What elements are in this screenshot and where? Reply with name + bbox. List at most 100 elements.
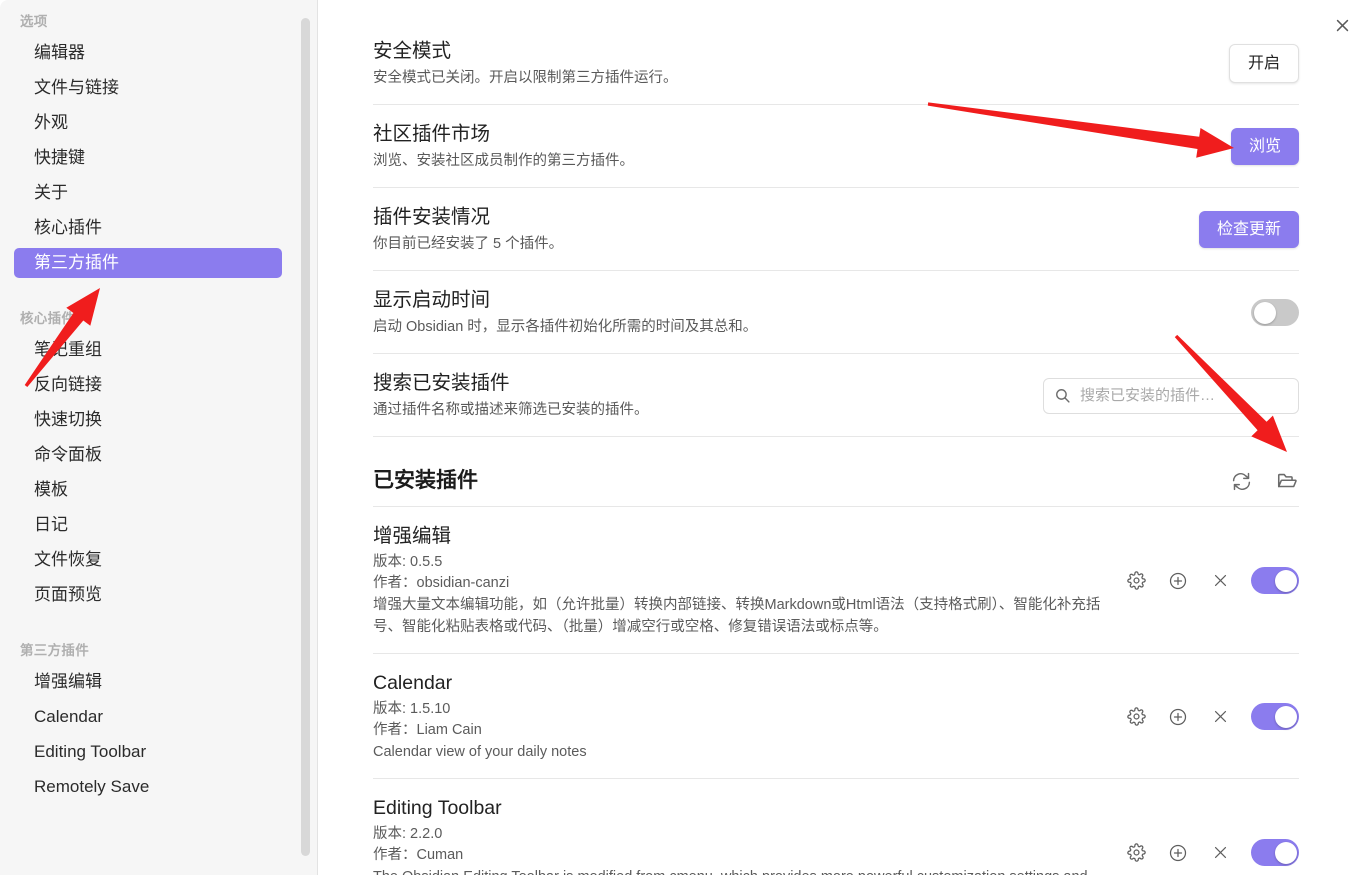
plugin-author: 作者：Cuman xyxy=(373,847,464,863)
setting-name: 插件安装情况 xyxy=(373,206,491,228)
toggle-knob xyxy=(1274,705,1297,728)
setting-row: 安全模式安全模式已关闭。开启以限制第三方插件运行。 开启 xyxy=(373,22,1299,105)
sidebar-nav: 选项 编辑器 文件与链接 外观 快捷键 关于 核心插件 第三方插件 核心插件 笔记重组 反向链接 快速… xyxy=(0,8,300,875)
plugin-version: 版本: 2.2.0 xyxy=(373,826,443,842)
setting-control: 开启 xyxy=(1228,44,1299,83)
plugin-enable-toggle[interactable] xyxy=(1251,839,1299,866)
setting-name: 搜索已安装插件 xyxy=(373,372,510,394)
setting-description: 浏览、安装社区成员制作的第三方插件。 xyxy=(373,153,634,169)
sidebar-item-快速切换[interactable]: 快速切换 xyxy=(14,405,282,435)
sidebar-item-文件与链接[interactable]: 文件与链接 xyxy=(14,73,282,103)
settings-content: 安全模式安全模式已关闭。开启以限制第三方插件运行。 开启社区插件市场 浏览、安装社区… xyxy=(318,0,1367,875)
setting-toggle[interactable] xyxy=(1251,299,1299,326)
plugin-row: 增强编辑 版本: 0.5.5 作者：obsidian-canzi 增强大量文本编辑功能… xyxy=(373,507,1299,654)
setting-name: 显示启动时间 xyxy=(373,289,491,311)
toggle-knob xyxy=(1274,569,1297,592)
setting-info: 显示启动时间启动 Obsidian 时，显示各插件初始化所需的时间及其总和。 xyxy=(373,287,757,338)
plugin-row: Calendar 版本: 1.5.10 作者：Liam Cain Calendar v… xyxy=(373,654,1299,779)
plugin-author: 作者：obsidian-canzi xyxy=(373,575,510,591)
setting-control xyxy=(1043,377,1299,414)
sidebar-scrollbar[interactable] xyxy=(301,18,310,856)
plugin-info: Editing Toolbar 版本: 2.2.0 作者：Cuman The Obsi… xyxy=(373,795,1101,875)
plugin-description: Calendar view of your daily notes xyxy=(373,744,587,760)
installed-plugins-header: 已安装插件 xyxy=(373,437,1299,507)
gear-icon[interactable] xyxy=(1125,570,1147,592)
sidebar-item-外观[interactable]: 外观 xyxy=(14,108,282,138)
setting-info: 搜索已安装插件通过插件名称或描述来筛选已安装的插件。 xyxy=(373,370,649,421)
sidebar-item-笔记重组[interactable]: 笔记重组 xyxy=(14,335,282,365)
setting-button-开启[interactable]: 开启 xyxy=(1228,44,1299,83)
plus-circle-icon[interactable] xyxy=(1167,842,1189,864)
installed-plugins-title: 已安装插件 xyxy=(373,469,478,492)
plugin-version: 版本: 0.5.5 xyxy=(373,554,443,570)
plugin-info: 增强编辑 版本: 0.5.5 作者：obsidian-canzi 增强大量文本编辑功能… xyxy=(373,523,1101,638)
plus-circle-icon[interactable] xyxy=(1167,570,1189,592)
sidebar-item-第三方插件[interactable]: 第三方插件 xyxy=(14,248,282,278)
search-installed-plugins-input[interactable] xyxy=(1080,387,1288,404)
sidebar-item-模板[interactable]: 模板 xyxy=(14,475,282,505)
refresh-icon[interactable] xyxy=(1229,469,1253,493)
setting-button-浏览[interactable]: 浏览 xyxy=(1230,128,1299,165)
setting-name: 安全模式 xyxy=(373,40,452,62)
setting-control xyxy=(1251,299,1299,326)
close-x-icon[interactable] xyxy=(1209,842,1231,864)
plugin-enable-toggle[interactable] xyxy=(1251,567,1299,594)
toggle-knob xyxy=(1253,301,1276,324)
sidebar-item-增强编辑[interactable]: 增强编辑 xyxy=(14,667,282,697)
search-icon xyxy=(1054,387,1071,404)
settings-modal: 选项 编辑器 文件与链接 外观 快捷键 关于 核心插件 第三方插件 核心插件 笔记重组 反向链接 快速… xyxy=(0,0,1367,875)
sidebar-item-快捷键[interactable]: 快捷键 xyxy=(14,143,282,173)
sidebar-item-命令面板[interactable]: 命令面板 xyxy=(14,440,282,470)
setting-row: 显示启动时间启动 Obsidian 时，显示各插件初始化所需的时间及其总和。 xyxy=(373,271,1299,354)
settings-main-panel: 安全模式安全模式已关闭。开启以限制第三方插件运行。 开启社区插件市场 浏览、安装社区… xyxy=(318,0,1367,875)
setting-control: 检查更新 xyxy=(1198,211,1299,248)
sidebar-item-日记[interactable]: 日记 xyxy=(14,510,282,540)
plugin-info: Calendar 版本: 1.5.10 作者：Liam Cain Calendar v… xyxy=(373,670,587,763)
setting-description: 你目前已经安装了 5 个插件。 xyxy=(373,236,564,252)
plugin-controls xyxy=(1125,839,1299,866)
search-box[interactable] xyxy=(1043,377,1299,414)
setting-info: 安全模式安全模式已关闭。开启以限制第三方插件运行。 xyxy=(373,38,678,89)
toggle-knob xyxy=(1274,841,1297,864)
plugin-name: Editing Toolbar xyxy=(373,797,502,819)
setting-row: 搜索已安装插件通过插件名称或描述来筛选已安装的插件。 xyxy=(373,354,1299,437)
gear-icon[interactable] xyxy=(1125,842,1147,864)
setting-button-检查更新[interactable]: 检查更新 xyxy=(1198,211,1299,248)
plugin-name: Calendar xyxy=(373,672,453,694)
plugin-author: 作者：Liam Cain xyxy=(373,722,482,738)
setting-control: 浏览 xyxy=(1230,128,1299,165)
plugin-description: The Obsidian Editing Toolbar is modified… xyxy=(373,866,1101,875)
sidebar-item-编辑器[interactable]: 编辑器 xyxy=(14,38,282,68)
setting-description: 安全模式已关闭。开启以限制第三方插件运行。 xyxy=(373,70,678,86)
settings-sidebar: 选项 编辑器 文件与链接 外观 快捷键 关于 核心插件 第三方插件 核心插件 笔记重组 反向链接 快速… xyxy=(0,0,318,875)
sidebar-item-反向链接[interactable]: 反向链接 xyxy=(14,370,282,400)
setting-info: 社区插件市场 浏览、安装社区成员制作的第三方插件。 xyxy=(373,121,634,172)
plus-circle-icon[interactable] xyxy=(1167,706,1189,728)
close-x-icon[interactable] xyxy=(1209,570,1231,592)
setting-row: 插件安装情况你目前已经安装了 5 个插件。 检查更新 xyxy=(373,188,1299,271)
plugin-description: 增强大量文本编辑功能，如（允许批量）转换内部链接、转换Markdown或Html… xyxy=(373,597,1101,635)
sidebar-item-文件恢复[interactable]: 文件恢复 xyxy=(14,545,282,575)
close-icon[interactable] xyxy=(1325,8,1359,42)
sidebar-group-title: 选项 xyxy=(20,14,48,29)
gear-icon[interactable] xyxy=(1125,706,1147,728)
setting-info: 插件安装情况你目前已经安装了 5 个插件。 xyxy=(373,204,563,255)
plugin-enable-toggle[interactable] xyxy=(1251,703,1299,730)
sidebar-item-remotely-save[interactable]: Remotely Save xyxy=(14,772,282,802)
plugin-row: Editing Toolbar 版本: 2.2.0 作者：Cuman The Obsi… xyxy=(373,779,1299,875)
plugin-version: 版本: 1.5.10 xyxy=(373,701,451,717)
sidebar-item-editing-toolbar[interactable]: Editing Toolbar xyxy=(14,737,282,767)
sidebar-item-calendar[interactable]: Calendar xyxy=(14,702,282,732)
installed-plugins-actions xyxy=(1229,469,1299,493)
sidebar-item-核心插件[interactable]: 核心插件 xyxy=(14,213,282,243)
sidebar-item-页面预览[interactable]: 页面预览 xyxy=(14,580,282,610)
sidebar-item-关于[interactable]: 关于 xyxy=(14,178,282,208)
close-x-icon[interactable] xyxy=(1209,706,1231,728)
settings-list: 安全模式安全模式已关闭。开启以限制第三方插件运行。 开启社区插件市场 浏览、安装社区… xyxy=(373,22,1299,437)
open-folder-icon[interactable] xyxy=(1275,469,1299,493)
plugin-controls xyxy=(1125,567,1299,594)
setting-description: 通过插件名称或描述来筛选已安装的插件。 xyxy=(373,402,649,418)
setting-description: 启动 Obsidian 时，显示各插件初始化所需的时间及其总和。 xyxy=(373,319,758,335)
